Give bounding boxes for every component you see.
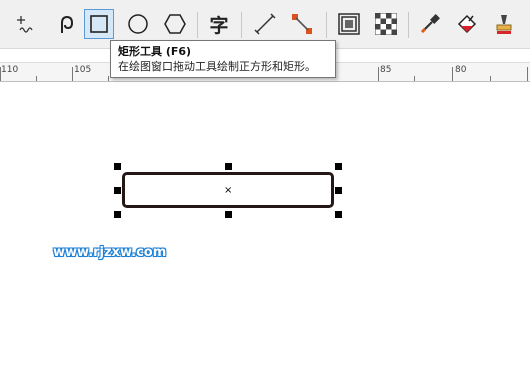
tooltip-description: 在绘图窗口拖动工具绘制正方形和矩形。 <box>118 60 316 73</box>
center-x-icon: × <box>224 185 233 196</box>
fill-tool-button[interactable] <box>452 9 482 39</box>
ruler-tick <box>0 67 1 81</box>
ruler-label: 85 <box>380 65 392 75</box>
toolbar-separator <box>197 12 198 38</box>
freehand-tool-button[interactable] <box>12 9 42 39</box>
text-tool-button[interactable]: 字 <box>204 9 234 39</box>
checkerboard-icon <box>375 13 397 35</box>
ruler-tick <box>108 76 109 81</box>
dimension-line-icon <box>254 13 276 35</box>
ellipse-icon <box>128 14 148 34</box>
artistic-media-tool-button[interactable] <box>50 9 80 39</box>
spiral-pen-icon <box>61 15 74 33</box>
toolbar-separator <box>241 12 242 38</box>
ruler-tick <box>36 76 37 81</box>
connector-icon <box>292 14 312 34</box>
freehand-icon <box>17 16 33 33</box>
hexagon-icon <box>164 14 186 34</box>
toolbar-separator <box>408 12 409 38</box>
selection-handle-middle-left[interactable] <box>114 187 121 194</box>
selection-handle-top-right[interactable] <box>335 163 342 170</box>
ruler-label: 105 <box>74 65 92 75</box>
selection-handle-bottom-right[interactable] <box>335 211 342 218</box>
watermark-text: www.rjzxw.com <box>53 245 167 260</box>
ruler-label: 110 <box>1 65 19 75</box>
smart-fill-icon <box>496 15 512 34</box>
rectangle-tool-button[interactable] <box>84 9 114 39</box>
tooltip-title: 矩形工具 (F6) <box>118 45 192 58</box>
paint-bucket-icon <box>457 14 477 34</box>
selection-handle-top-center[interactable] <box>225 163 232 170</box>
ruler-label: 80 <box>455 65 467 75</box>
transparency-tool-button[interactable] <box>371 9 401 39</box>
text-icon: 字 <box>209 14 229 37</box>
contour-icon <box>338 13 360 35</box>
rectangle-tool-tooltip: 矩形工具 (F6) 在绘图窗口拖动工具绘制正方形和矩形。 <box>110 40 336 78</box>
toolbar-separator <box>326 12 327 38</box>
selection-handle-bottom-center[interactable] <box>225 211 232 218</box>
ruler-tick <box>378 67 379 81</box>
ellipse-tool-button[interactable] <box>123 9 153 39</box>
dimension-tool-button[interactable] <box>250 9 280 39</box>
ruler-tick <box>527 67 528 81</box>
eyedropper-icon <box>420 14 440 34</box>
smart-fill-tool-button[interactable] <box>489 9 519 39</box>
polygon-tool-button[interactable] <box>160 9 190 39</box>
selection-handle-top-left[interactable] <box>114 163 121 170</box>
connector-tool-button[interactable] <box>287 9 317 39</box>
selection-handle-middle-right[interactable] <box>335 187 342 194</box>
contour-tool-button[interactable] <box>334 9 364 39</box>
ruler-tick <box>490 76 491 81</box>
eyedropper-tool-button[interactable] <box>415 9 445 39</box>
ruler-tick <box>452 67 453 81</box>
ruler-tick <box>414 76 415 81</box>
selection-handle-bottom-left[interactable] <box>114 211 121 218</box>
ruler-tick <box>72 67 73 81</box>
rectangle-icon <box>90 15 108 33</box>
